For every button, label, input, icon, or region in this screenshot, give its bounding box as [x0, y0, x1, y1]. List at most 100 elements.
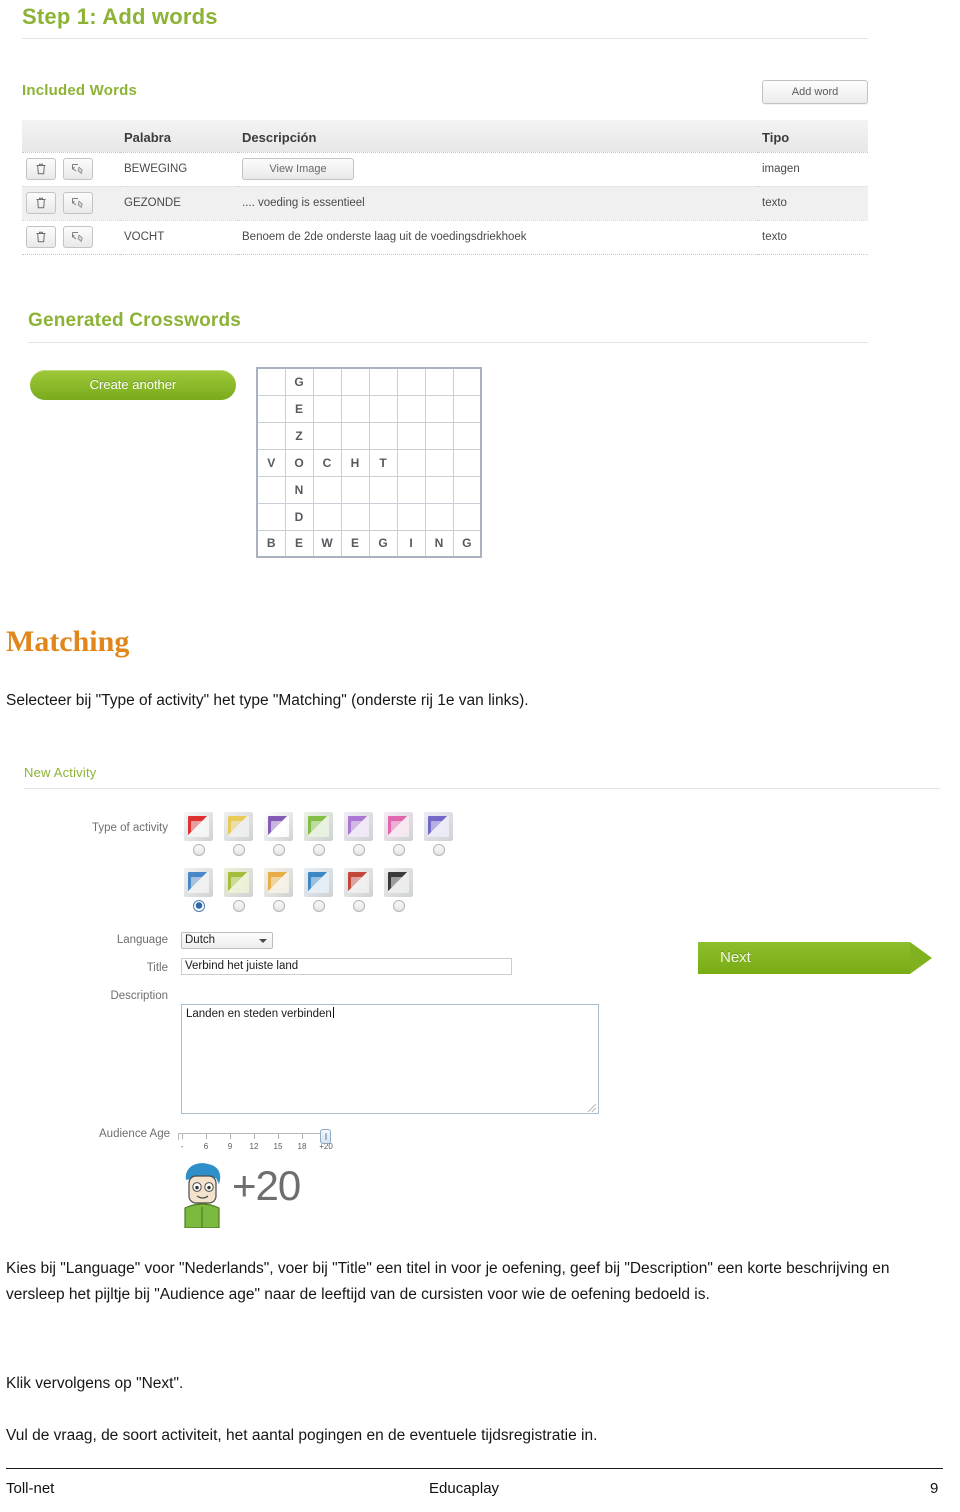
- activity-type-radio-4[interactable]: [304, 843, 333, 861]
- crossword-cell-empty[interactable]: [424, 448, 454, 477]
- radio-icon[interactable]: [272, 844, 285, 856]
- radio-icon[interactable]: [352, 900, 365, 912]
- next-button[interactable]: Next: [698, 942, 932, 974]
- crossword-cell-empty[interactable]: [396, 367, 426, 396]
- crossword-cell-empty[interactable]: [312, 475, 342, 504]
- crossword-cell-filled[interactable]: I: [396, 529, 426, 558]
- crossword-cell-empty[interactable]: [452, 367, 482, 396]
- radio-icon[interactable]: [312, 844, 325, 856]
- crossword-cell-filled[interactable]: H: [340, 448, 370, 477]
- trash-icon[interactable]: [26, 192, 56, 214]
- crossword-cell-empty[interactable]: [340, 502, 370, 531]
- crossword-cell-empty[interactable]: [256, 394, 286, 423]
- crossword-cell-empty[interactable]: [256, 421, 286, 450]
- crossword-cell-empty[interactable]: [452, 448, 482, 477]
- activity-type-radio-6[interactable]: [384, 843, 413, 861]
- activity-type-radio-3[interactable]: [264, 843, 293, 861]
- crossword-cell-empty[interactable]: [256, 475, 286, 504]
- radio-icon[interactable]: [432, 844, 445, 856]
- crossword-cell-filled[interactable]: N: [424, 529, 454, 558]
- activity-type-icon-5[interactable]: [344, 812, 373, 841]
- crossword-cell-empty[interactable]: [340, 394, 370, 423]
- crossword-cell-empty[interactable]: [340, 475, 370, 504]
- crossword-cell-empty[interactable]: [396, 421, 426, 450]
- radio-icon[interactable]: [272, 900, 285, 912]
- trash-icon[interactable]: [26, 226, 56, 248]
- crossword-cell-filled[interactable]: O: [284, 448, 314, 477]
- crossword-cell-empty[interactable]: [424, 394, 454, 423]
- crossword-cell-empty[interactable]: [340, 421, 370, 450]
- crossword-cell-filled[interactable]: T: [368, 448, 398, 477]
- activity-type-radio-1[interactable]: [184, 843, 213, 861]
- radio-icon[interactable]: [232, 900, 245, 912]
- activity-type-icon-7[interactable]: [424, 812, 453, 841]
- crossword-cell-empty[interactable]: [396, 475, 426, 504]
- crossword-cell-empty[interactable]: [452, 421, 482, 450]
- crossword-cell-empty[interactable]: [424, 367, 454, 396]
- edit-icon[interactable]: [63, 226, 94, 248]
- language-select[interactable]: Dutch: [181, 932, 273, 949]
- crossword-cell-filled[interactable]: W: [312, 529, 342, 558]
- crossword-cell-empty[interactable]: [256, 502, 286, 531]
- activity-type-radio-2[interactable]: [224, 843, 253, 861]
- activity-type-icon-2[interactable]: [224, 812, 253, 841]
- crossword-cell-empty[interactable]: [368, 367, 398, 396]
- radio-icon[interactable]: [352, 844, 365, 856]
- view-image-button[interactable]: View Image: [242, 158, 354, 180]
- radio-icon[interactable]: [392, 900, 405, 912]
- trash-icon[interactable]: [26, 158, 56, 180]
- audience-age-slider[interactable]: -6 9 12 15 18 +20: [178, 1128, 336, 1158]
- crossword-cell-empty[interactable]: [396, 448, 426, 477]
- activity-type-radio-10[interactable]: [264, 899, 293, 917]
- crossword-cell-filled[interactable]: C: [312, 448, 342, 477]
- crossword-cell-filled[interactable]: V: [256, 448, 286, 477]
- crossword-cell-filled[interactable]: G: [284, 367, 314, 396]
- activity-type-icon-1[interactable]: [184, 812, 213, 841]
- activity-type-icon-13[interactable]: [384, 868, 413, 897]
- crossword-cell-empty[interactable]: [452, 475, 482, 504]
- crossword-cell-empty[interactable]: [256, 367, 286, 396]
- create-another-button[interactable]: Create another: [30, 370, 236, 400]
- radio-icon[interactable]: [192, 900, 205, 912]
- crossword-cell-empty[interactable]: [424, 475, 454, 504]
- activity-type-icon-8[interactable]: [184, 868, 213, 897]
- crossword-cell-filled[interactable]: N: [284, 475, 314, 504]
- activity-type-radio-7[interactable]: [424, 843, 453, 861]
- activity-type-icon-11[interactable]: [304, 868, 333, 897]
- crossword-cell-filled[interactable]: E: [284, 529, 314, 558]
- activity-type-radio-8[interactable]: [184, 899, 213, 917]
- crossword-cell-empty[interactable]: [424, 502, 454, 531]
- crossword-cell-empty[interactable]: [312, 394, 342, 423]
- resize-grip-icon[interactable]: [588, 1104, 596, 1112]
- activity-type-icon-3[interactable]: [264, 812, 293, 841]
- crossword-cell-filled[interactable]: D: [284, 502, 314, 531]
- crossword-cell-empty[interactable]: [424, 421, 454, 450]
- crossword-cell-empty[interactable]: [452, 502, 482, 531]
- crossword-cell-empty[interactable]: [368, 475, 398, 504]
- add-word-button[interactable]: Add word: [762, 80, 868, 104]
- crossword-cell-filled[interactable]: Z: [284, 421, 314, 450]
- description-textarea[interactable]: Landen en steden verbinden: [181, 1004, 599, 1114]
- activity-type-radio-9[interactable]: [224, 899, 253, 917]
- activity-type-radio-5[interactable]: [344, 843, 373, 861]
- crossword-cell-empty[interactable]: [452, 394, 482, 423]
- crossword-cell-empty[interactable]: [368, 394, 398, 423]
- radio-icon[interactable]: [312, 900, 325, 912]
- activity-type-icon-6[interactable]: [384, 812, 413, 841]
- radio-icon[interactable]: [232, 844, 245, 856]
- activity-type-radio-11[interactable]: [304, 899, 333, 917]
- crossword-cell-empty[interactable]: [312, 421, 342, 450]
- crossword-cell-filled[interactable]: E: [284, 394, 314, 423]
- activity-type-radio-13[interactable]: [384, 899, 413, 917]
- crossword-cell-empty[interactable]: [312, 502, 342, 531]
- slider-handle[interactable]: [320, 1129, 331, 1144]
- crossword-cell-filled[interactable]: G: [452, 529, 482, 558]
- crossword-grid[interactable]: GEZVOCHTNDBEWEGING: [256, 367, 482, 558]
- activity-type-icon-10[interactable]: [264, 868, 293, 897]
- activity-type-icon-12[interactable]: [344, 868, 373, 897]
- crossword-cell-filled[interactable]: G: [368, 529, 398, 558]
- radio-icon[interactable]: [192, 844, 205, 856]
- crossword-cell-empty[interactable]: [340, 367, 370, 396]
- crossword-cell-filled[interactable]: B: [256, 529, 286, 558]
- edit-icon[interactable]: [63, 192, 94, 214]
